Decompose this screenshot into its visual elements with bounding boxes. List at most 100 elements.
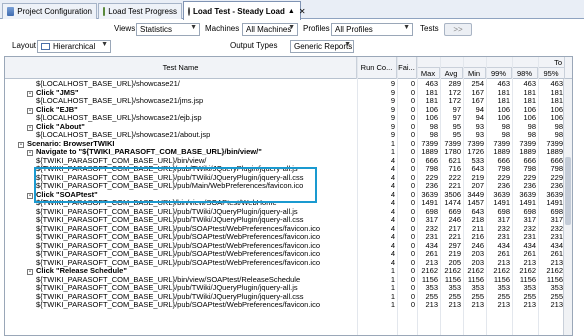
avg-cell: 97 — [452, 105, 461, 114]
p99-cell: 1156 — [493, 275, 510, 284]
p95-cell: 2162 — [546, 267, 563, 275]
test-name-text: ${LOCALHOST_BASE_URL}/showcase21/ — [36, 80, 180, 88]
avg-cell: 7399 — [444, 139, 461, 148]
avg-cell: 205 — [448, 258, 461, 267]
table-row[interactable]: - Click "Release Schedule" 1 0 2162 2162 2162 2… — [5, 267, 572, 276]
p95-cell: 232 — [550, 224, 563, 233]
machines-label: Machines — [205, 24, 240, 33]
test-name-cell: - Navigate to "${TWIKI_PARASOFT_COM_BASE_… — [27, 148, 357, 157]
fail-cell: 0 — [410, 105, 415, 114]
table-row[interactable]: ${TWIKI_PARASOFT_COM_BASE_URL}/pub/TWiki… — [5, 216, 572, 225]
p95-cell: 666 — [550, 156, 563, 165]
scrollbar-thumb[interactable] — [565, 157, 571, 225]
profiles-select[interactable]: All Profiles ▼ — [331, 23, 413, 36]
min-cell: 203 — [471, 258, 484, 267]
run-cell: 9 — [390, 131, 395, 139]
column-header-min[interactable]: Min — [463, 68, 486, 79]
table-row[interactable]: ${TWIKI_PARASOFT_COM_BASE_URL}/pub/TWiki… — [5, 207, 572, 217]
table-row[interactable]: ${LOCALHOST_BASE_URL}/showcase21/9 0 463 28… — [5, 80, 572, 89]
run-cell: 9 — [390, 114, 395, 122]
collapse-toggle-icon[interactable]: - — [27, 90, 33, 97]
table-row[interactable]: ${TWIKI_PARASOFT_COM_BASE_URL}/pub/SOAPt… — [5, 241, 572, 251]
collapse-toggle-icon[interactable]: - — [27, 124, 33, 131]
min-cell: 167 — [471, 88, 484, 97]
p98-cell: 798 — [523, 165, 536, 173]
tests-expand-button[interactable]: >> — [444, 23, 472, 36]
test-name-cell: ${TWIKI_PARASOFT_COM_BASE_URL}/pub/SOAPt… — [36, 250, 357, 259]
table-row[interactable]: - Navigate to "${TWIKI_PARASOFT_COM_BASE_… — [5, 148, 572, 157]
layout-select[interactable]: Hierarchical ▼ — [37, 40, 111, 53]
test-name-text: ${TWIKI_PARASOFT_COM_BASE_URL}/pub/SOAPt… — [36, 301, 321, 309]
avg-cell: 97 — [452, 114, 461, 122]
column-header-98[interactable]: 98% — [512, 68, 538, 79]
hierarchy-icon — [41, 43, 50, 50]
table-row[interactable]: ${TWIKI_PARASOFT_COM_BASE_URL}/pub/SOAPt… — [5, 250, 572, 259]
machines-value: All Machines — [246, 25, 292, 34]
table-row[interactable]: ${TWIKI_PARASOFT_COM_BASE_URL}/bin/view/… — [5, 275, 572, 285]
collapse-toggle-icon[interactable]: - — [27, 150, 33, 156]
max-cell: 666 — [425, 156, 438, 165]
column-header-run-count[interactable]: Run Co... — [357, 57, 397, 79]
p95-cell: 434 — [550, 241, 563, 250]
max-cell: 106 — [425, 114, 438, 122]
p98-cell: 7399 — [519, 139, 536, 148]
table-row[interactable]: - Click "JMS" 9 0 181 172 167 181 181 181 — [5, 88, 572, 98]
column-header-test-name[interactable]: Test Name — [5, 57, 357, 79]
table-row[interactable]: ${TWIKI_PARASOFT_COM_BASE_URL}/pub/SOAPt… — [5, 301, 572, 310]
chevron-down-icon: ▼ — [403, 24, 410, 31]
run-cell: 4 — [390, 207, 395, 216]
table-row[interactable]: ${LOCALHOST_BASE_URL}/showcase21/about.j… — [5, 131, 572, 140]
table-row[interactable]: ${LOCALHOST_BASE_URL}/showcase21/ejb.jsp… — [5, 114, 572, 123]
run-cell: 4 — [390, 156, 395, 165]
table-row[interactable]: ${TWIKI_PARASOFT_COM_BASE_URL}/pub/TWiki… — [5, 284, 572, 293]
tab-load-test-steady-load[interactable]: Load Test - Steady Load ▲ ✕ — [183, 1, 306, 20]
table-row[interactable]: - Click "EJB" 9 0 106 97 94 106 106 106 — [5, 105, 572, 115]
test-name-text: ${TWIKI_PARASOFT_COM_BASE_URL}/pub/SOAPt… — [36, 233, 321, 241]
avg-cell: 621 — [448, 156, 461, 165]
table-row[interactable]: ${TWIKI_PARASOFT_COM_BASE_URL}/pub/TWiki… — [5, 292, 572, 302]
test-name-cell: ${LOCALHOST_BASE_URL}/showcase21/jms.jsp — [36, 97, 357, 106]
tab-project-configuration[interactable]: Project Configuration — [2, 3, 97, 19]
chevron-down-icon: ▼ — [190, 24, 197, 31]
max-cell: 232 — [425, 224, 438, 233]
fail-cell: 0 — [410, 207, 415, 216]
table-row[interactable]: ${TWIKI_PARASOFT_COM_BASE_URL}/pub/SOAPt… — [5, 233, 572, 242]
views-select[interactable]: Statistics ▼ — [136, 23, 200, 36]
column-header-avg[interactable]: Avg — [440, 68, 463, 79]
run-cell: 9 — [390, 122, 395, 131]
avg-cell: 221 — [448, 182, 461, 190]
p98-cell: 98 — [527, 122, 536, 131]
tab-load-test-progress[interactable]: Load Test Progress — [98, 3, 182, 19]
min-cell: 216 — [471, 233, 484, 241]
layout-label: Layout — [12, 41, 37, 50]
p98-cell: 255 — [523, 292, 536, 301]
column-header-99[interactable]: 99% — [486, 68, 512, 79]
table-row[interactable]: - Scenario: BrowserTWIKI 1 0 7399 7399 7399 739… — [5, 139, 572, 149]
table-row[interactable]: ${TWIKI_PARASOFT_COM_BASE_URL}/pub/SOAPt… — [5, 224, 572, 234]
run-cell: 4 — [390, 173, 395, 182]
min-cell: 211 — [472, 224, 484, 233]
collapse-toggle-icon[interactable]: - — [27, 269, 33, 275]
collapse-toggle-icon[interactable]: - — [27, 107, 33, 114]
vertical-scrollbar[interactable] — [563, 79, 572, 335]
machines-select[interactable]: All Machines ▼ — [242, 23, 298, 36]
column-header-max[interactable]: Max — [417, 68, 440, 79]
close-icon[interactable]: ✕ — [299, 7, 306, 16]
chevron-down-icon: ▼ — [288, 24, 295, 31]
collapse-toggle-icon[interactable]: - — [27, 192, 33, 199]
p98-cell: 213 — [523, 258, 536, 267]
table-row[interactable]: ${LOCALHOST_BASE_URL}/showcase21/jms.jsp… — [5, 97, 572, 106]
column-header-failures[interactable]: Fai... — [397, 57, 417, 79]
table-row[interactable]: - Click "About" 9 0 98 95 93 98 98 98 — [5, 122, 572, 132]
min-cell: 1457 — [467, 199, 484, 207]
output-types-select[interactable]: Generic Reports ▼ — [290, 40, 354, 53]
min-cell: 213 — [471, 301, 484, 309]
avg-cell: 255 — [448, 292, 461, 301]
run-cell: 9 — [390, 80, 395, 88]
collapse-toggle-icon[interactable]: - — [18, 141, 24, 148]
table-row[interactable]: ${TWIKI_PARASOFT_COM_BASE_URL}/pub/SOAPt… — [5, 258, 572, 268]
table-row[interactable]: ${TWIKI_PARASOFT_COM_BASE_URL}/bin/view/… — [5, 156, 572, 166]
column-header-95[interactable]: 95% — [538, 68, 565, 79]
min-cell: 246 — [471, 241, 484, 250]
pin-icon[interactable]: ▲ — [288, 8, 295, 15]
